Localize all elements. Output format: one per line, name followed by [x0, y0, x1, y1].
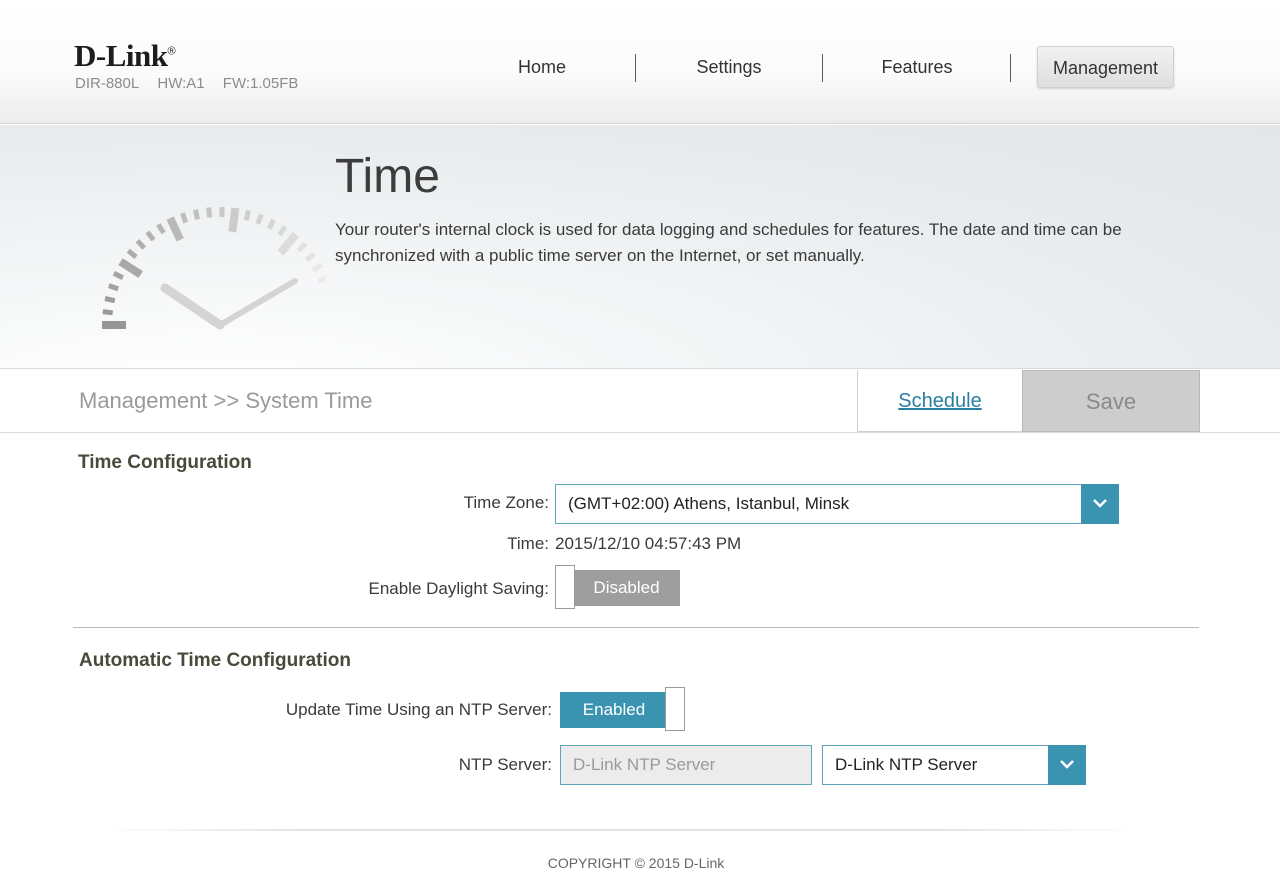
clock-tick	[118, 258, 143, 278]
clock-tick	[243, 209, 251, 221]
toggle-state: Disabled	[573, 570, 680, 606]
clock-tick	[317, 275, 325, 284]
ntp-server-input[interactable]	[560, 745, 812, 785]
clock-tick	[255, 213, 264, 225]
clock-tick	[311, 262, 323, 273]
footer-divider	[100, 829, 1140, 831]
clock-icon	[102, 206, 325, 330]
clock-tick	[180, 212, 189, 224]
clock-tick	[277, 225, 288, 237]
nav-features[interactable]: Features	[851, 46, 983, 88]
ntp-server-label: NTP Server:	[458, 755, 552, 774]
hardware-info: DIR-880L HW:A1 FW:1.05FB	[75, 75, 310, 92]
clock-tick	[296, 241, 308, 253]
clock-tick	[193, 209, 200, 220]
clock-tick	[228, 207, 240, 233]
fw-version: FW:1.05FB	[222, 75, 299, 92]
clock-tick	[277, 232, 299, 256]
clock-tick	[112, 271, 124, 280]
clock-tick	[104, 296, 116, 304]
toggle-state: Enabled	[560, 692, 668, 728]
page-banner: Time Your router's internal clock is use…	[0, 125, 1280, 369]
hw-version: HW:A1	[157, 75, 205, 92]
clock-tick	[304, 252, 316, 262]
clock-tick	[126, 248, 138, 259]
toolbar: Management >> System Time Schedule Save	[0, 370, 1280, 433]
clock-tick	[145, 230, 156, 242]
clock-tick	[102, 309, 114, 316]
nav-separator	[822, 54, 823, 82]
nav-separator	[635, 54, 636, 82]
nav-separator	[1010, 54, 1011, 82]
ntp-update-toggle[interactable]: Enabled	[560, 687, 685, 731]
clock-tick	[206, 207, 213, 218]
timezone-value: (GMT+02:00) Athens, Istanbul, Minsk	[568, 494, 850, 513]
page-description: Your router's internal clock is used for…	[335, 220, 1122, 265]
timezone-select[interactable]: (GMT+02:00) Athens, Istanbul, Minsk	[555, 484, 1119, 524]
ntp-server-select[interactable]: D-Link NTP Server	[822, 745, 1086, 785]
timezone-label: Time Zone:	[463, 493, 549, 512]
save-button[interactable]: Save	[1022, 370, 1200, 432]
nav-management[interactable]: Management	[1037, 46, 1174, 88]
time-value: 2015/12/10 04:57:43 PM	[555, 534, 742, 553]
time-configuration-title: Time Configuration	[78, 452, 252, 473]
breadcrumb: Management >> System Time	[79, 388, 373, 413]
header: D-Link® DIR-880L HW:A1 FW:1.05FB Home Se…	[0, 0, 1280, 124]
clock-tick	[107, 283, 120, 292]
ntp-update-label: Update Time Using an NTP Server:	[285, 700, 552, 719]
chevron-down-icon[interactable]	[1081, 484, 1119, 524]
daylight-saving-label: Enable Daylight Saving:	[368, 579, 549, 598]
page-title: Time	[335, 150, 440, 203]
ntp-server-select-value: D-Link NTP Server	[835, 755, 978, 774]
clock-tick	[156, 223, 166, 235]
clock-tick	[166, 216, 184, 242]
time-label: Time:	[507, 534, 549, 553]
nav-home[interactable]: Home	[478, 46, 606, 88]
clock-tick	[266, 218, 276, 230]
clock-tick	[135, 239, 147, 250]
automatic-time-configuration-title: Automatic Time Configuration	[79, 650, 351, 671]
schedule-button[interactable]: Schedule	[857, 370, 1023, 432]
toggle-knob[interactable]	[665, 687, 685, 731]
section-divider	[73, 627, 1199, 628]
dlink-logo: D-Link®	[74, 38, 176, 73]
ntp-server-field[interactable]	[561, 746, 811, 784]
daylight-saving-toggle[interactable]: Disabled	[555, 565, 680, 609]
model-name: DIR-880L	[75, 75, 140, 92]
chevron-down-icon[interactable]	[1048, 745, 1086, 785]
toggle-knob[interactable]	[555, 565, 575, 609]
copyright: COPYRIGHT © 2015 D-Link	[547, 855, 725, 871]
nav-settings[interactable]: Settings	[664, 46, 794, 88]
